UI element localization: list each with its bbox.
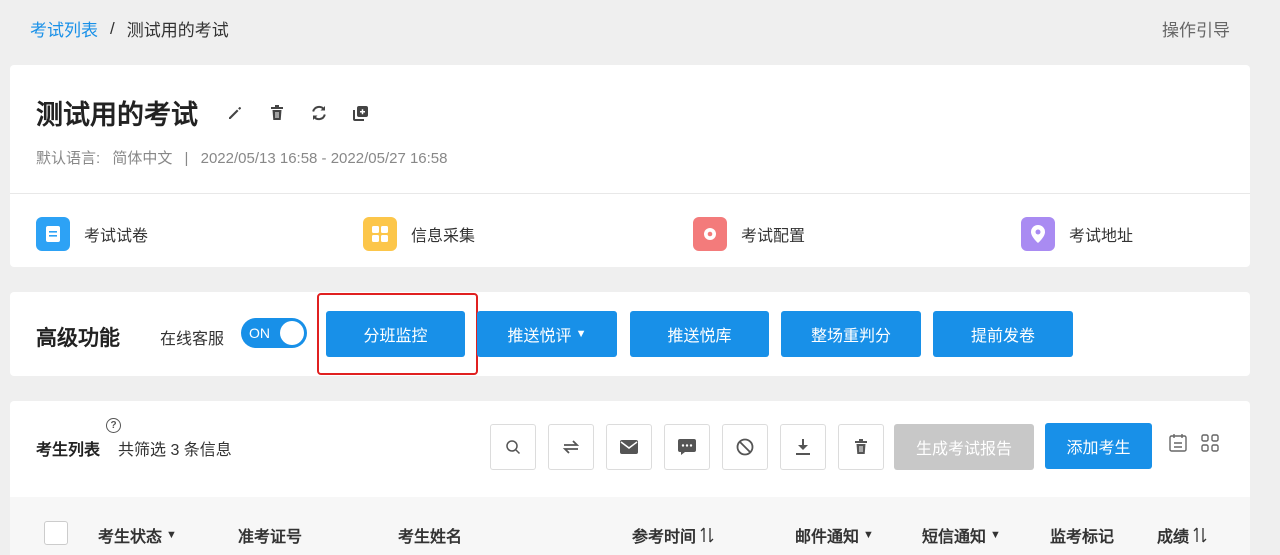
column-sms[interactable]: 短信通知 ▼ (922, 523, 1001, 547)
sort-icon (700, 527, 714, 543)
breadcrumb: 考试列表 / 测试用的考试 (30, 16, 229, 41)
rejudge-button[interactable]: 整场重判分 (781, 311, 921, 357)
class-monitor-button[interactable]: 分班监控 (326, 311, 465, 357)
email-button[interactable] (606, 424, 652, 470)
gear-icon (693, 217, 727, 251)
caret-down-icon: ▼ (166, 529, 177, 541)
toggle-knob (280, 321, 304, 345)
advanced-functions-card: 高级功能 在线客服 ON 分班监控 推送悦评 ▼ 推送悦库 整场重判分 提前发卷 (10, 292, 1250, 376)
sort-icon (1193, 527, 1207, 543)
delete-candidates-button[interactable] (838, 424, 884, 470)
breadcrumb-current: 测试用的考试 (126, 21, 229, 40)
breadcrumb-separator: / (110, 18, 115, 38)
early-submit-button[interactable]: 提前发卷 (933, 311, 1073, 357)
grid-icon (363, 217, 397, 251)
swap-icon (562, 440, 580, 454)
grid-view-icon[interactable] (1200, 433, 1220, 453)
column-status-label: 考生状态 (98, 529, 163, 546)
column-proctor: 监考标记 (1050, 529, 1115, 546)
ban-button[interactable] (722, 424, 768, 470)
feature-exam-config[interactable]: 考试配置 (693, 217, 805, 251)
document-icon (36, 217, 70, 251)
advanced-title: 高级功能 (36, 327, 120, 350)
generate-report-button[interactable]: 生成考试报告 (894, 424, 1034, 470)
copy-icon[interactable] (351, 103, 371, 123)
push-library-button[interactable]: 推送悦库 (630, 311, 769, 357)
feature-shortcuts: 考试试卷 信息采集 考试配置 考试地址 (10, 217, 1250, 253)
candidate-count: 共筛选 3 条信息 (118, 442, 232, 459)
feature-exam-paper[interactable]: 考试试卷 (36, 217, 148, 251)
mail-icon (620, 440, 638, 454)
feature-exam-address[interactable]: 考试地址 (1021, 217, 1133, 251)
divider (10, 193, 1250, 194)
list-view-icon[interactable] (1168, 433, 1188, 453)
sms-button[interactable] (664, 424, 710, 470)
column-ticket: 准考证号 (238, 529, 303, 546)
push-review-button[interactable]: 推送悦评 ▼ (477, 311, 617, 357)
delete-icon[interactable] (267, 103, 287, 123)
download-icon (796, 439, 810, 455)
candidate-list-card: 考生列表 ? 共筛选 3 条信息 生成考试报告 添加考生 考生状态 ▼ 准考证号… (10, 401, 1250, 555)
caret-down-icon: ▼ (863, 529, 874, 541)
language-value: 简体中文 (112, 150, 173, 167)
customer-service-label: 在线客服 (160, 331, 225, 348)
candidate-list-title: 考生列表 (36, 442, 101, 459)
location-pin-icon (1021, 217, 1055, 251)
trash-icon (855, 439, 867, 454)
help-icon[interactable]: ? (106, 418, 121, 433)
caret-down-icon: ▼ (575, 328, 587, 340)
column-time-label: 参考时间 (632, 529, 697, 546)
column-email-label: 邮件通知 (795, 529, 860, 546)
exam-title: 测试用的考试 (36, 100, 198, 130)
refresh-icon[interactable] (309, 103, 329, 123)
column-status[interactable]: 考生状态 ▼ (98, 523, 177, 547)
add-candidate-button[interactable]: 添加考生 (1045, 423, 1152, 469)
select-all-checkbox[interactable] (44, 521, 68, 545)
meta-separator: | (184, 150, 189, 167)
column-score-label: 成绩 (1157, 529, 1190, 546)
column-score[interactable]: 成绩 (1157, 523, 1207, 547)
column-email[interactable]: 邮件通知 ▼ (795, 523, 874, 547)
download-button[interactable] (780, 424, 826, 470)
toggle-text: ON (249, 325, 270, 341)
column-time[interactable]: 参考时间 (632, 523, 714, 547)
exam-title-actions (225, 103, 371, 123)
search-button[interactable] (490, 424, 536, 470)
feature-label: 考试配置 (741, 228, 806, 245)
exam-info-card: 测试用的考试 默认语言: 简体中文 | 2022/05/13 16:58 - 2… (10, 65, 1250, 267)
operation-guide-link[interactable]: 操作引导 (1162, 16, 1230, 41)
caret-down-icon: ▼ (990, 529, 1001, 541)
feature-label: 考试地址 (1069, 228, 1134, 245)
message-icon (678, 439, 696, 455)
feature-info-collection[interactable]: 信息采集 (363, 217, 475, 251)
customer-service-toggle[interactable]: ON (241, 318, 307, 348)
feature-label: 信息采集 (411, 228, 476, 245)
feature-label: 考试试卷 (84, 228, 149, 245)
language-label: 默认语言: (36, 150, 101, 167)
exam-date-range: 2022/05/13 16:58 - 2022/05/27 16:58 (200, 150, 448, 167)
exam-meta: 默认语言: 简体中文 | 2022/05/13 16:58 - 2022/05/… (36, 147, 456, 168)
push-review-label: 推送悦评 (507, 328, 572, 345)
breadcrumb-exam-list-link[interactable]: 考试列表 (30, 16, 98, 41)
table-header: 考生状态 ▼ 准考证号 考生姓名 参考时间 邮件通知 ▼ 短信通知 ▼ 监考标记… (10, 497, 1250, 555)
column-sms-label: 短信通知 (922, 529, 987, 546)
column-name: 考生姓名 (398, 529, 463, 546)
ban-icon (736, 438, 754, 456)
edit-icon[interactable] (225, 103, 245, 123)
search-icon (506, 440, 521, 455)
transfer-button[interactable] (548, 424, 594, 470)
